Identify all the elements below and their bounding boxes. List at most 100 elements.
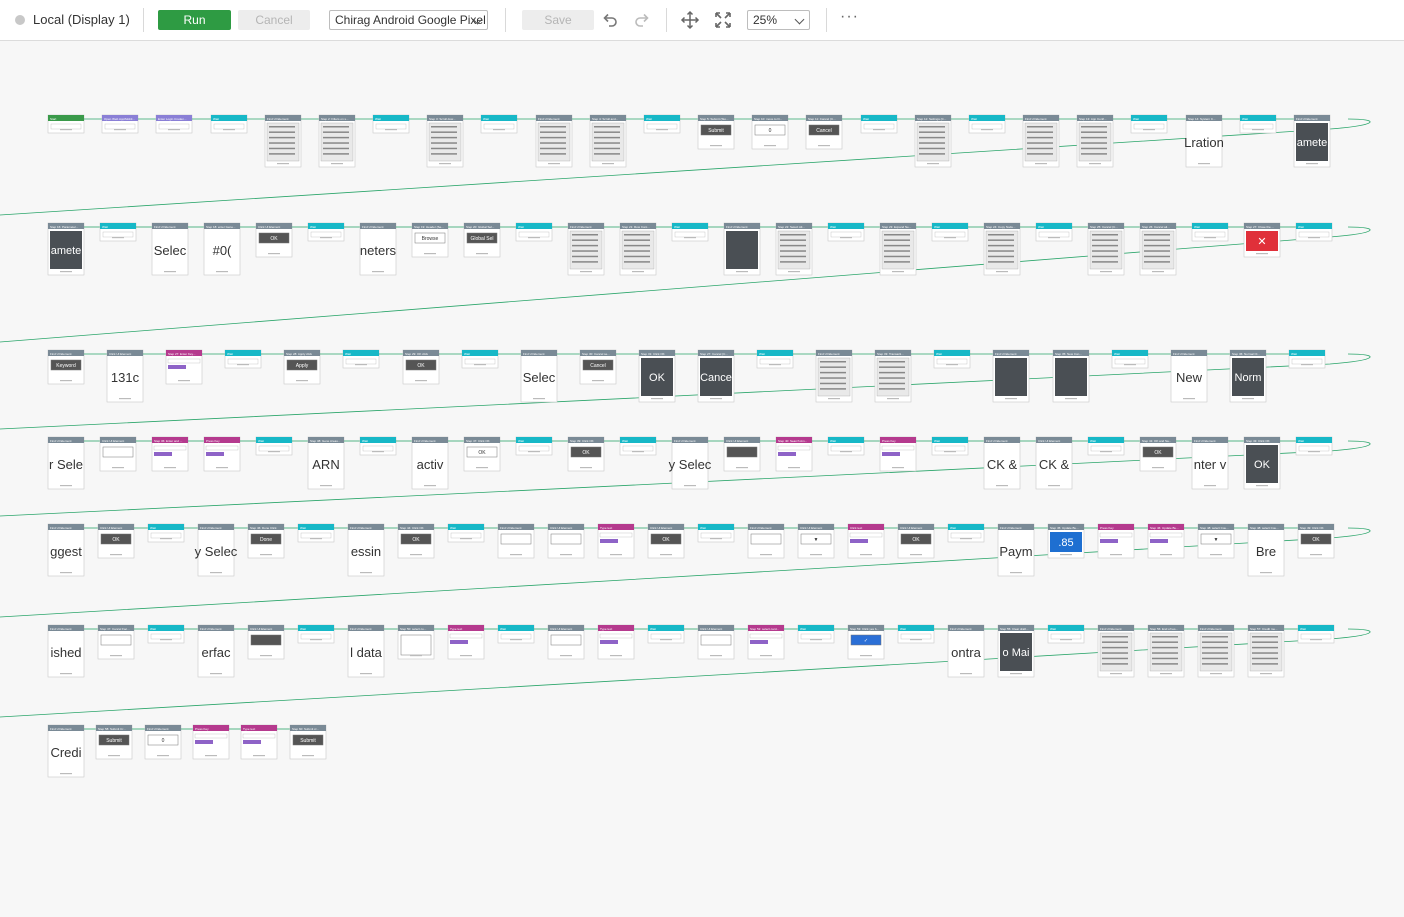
workflow-node[interactable]: Press Key xyxy=(181,724,230,760)
workflow-node[interactable]: Type text xyxy=(584,624,635,660)
workflow-node[interactable]: Wait xyxy=(134,523,185,543)
workflow-node[interactable]: Wait xyxy=(784,624,835,644)
workflow-node[interactable]: Step 11: Cancel (C... Cancel xyxy=(788,114,843,150)
workflow-node[interactable]: Wait xyxy=(1072,436,1125,456)
workflow-node[interactable]: Step 48: select Cou... ▼ xyxy=(1184,523,1235,559)
workflow-node[interactable]: Step 46: Done Click Done xyxy=(234,523,285,559)
workflow-node[interactable]: Find UI Element l data xyxy=(334,624,385,678)
workflow-node[interactable]: Step 21: Row Cont... xyxy=(604,222,657,276)
workflow-node[interactable]: Step 45: Update Bu... .85 xyxy=(1034,523,1085,559)
workflow-node[interactable]: Step 44: Click OK OK xyxy=(384,523,435,559)
workflow-node[interactable]: Click UI Element xyxy=(534,624,585,660)
workflow-node[interactable]: Step 19: Header (Se... Browse xyxy=(396,222,449,258)
workflow-node[interactable]: Find UI Element essin xyxy=(334,523,385,577)
workflow-node[interactable]: Find UI Element New xyxy=(1148,349,1208,403)
workflow-node[interactable]: Step 47: Click OK OK xyxy=(448,436,501,472)
workflow-node[interactable]: Step 24: Copy Node... xyxy=(968,222,1021,276)
workflow-node[interactable]: Wait xyxy=(1280,222,1333,242)
workflow-node[interactable]: Step 14: System C... Lration xyxy=(1167,114,1224,168)
workflow-node[interactable]: Find UI Element xyxy=(734,523,785,559)
workflow-node[interactable]: Wait xyxy=(842,114,898,134)
workflow-node[interactable]: Wait xyxy=(951,114,1006,134)
workflow-node[interactable]: Step 4: Scroll and... xyxy=(572,114,627,168)
workflow-node[interactable]: Type text xyxy=(584,523,635,559)
workflow-node[interactable]: Wait xyxy=(284,624,335,644)
workflow-node[interactable]: Find UI Element ished xyxy=(47,624,85,678)
workflow-node[interactable]: Press Key xyxy=(864,436,917,472)
workflow-node[interactable]: Click UI Element OK xyxy=(240,222,293,258)
redo-icon[interactable] xyxy=(632,10,652,30)
workflow-node[interactable]: Step 60: Submit cr... Submit xyxy=(277,724,327,760)
workflow-node[interactable]: Step 48: select Cou... Bre xyxy=(1234,523,1285,577)
workflow-node[interactable]: Find UI Element erfac xyxy=(184,624,235,678)
workflow-node[interactable]: Click UI Element xyxy=(84,436,137,472)
workflow-node[interactable]: Step 26: Cancel ali... xyxy=(1124,222,1177,276)
workflow-node[interactable]: Step 58: Submit Cr... Submit xyxy=(84,724,133,760)
cancel-button[interactable]: Cancel xyxy=(238,10,310,30)
workflow-node[interactable]: Find UI Element r Sele xyxy=(47,436,85,490)
workflow-node[interactable]: Step 2: Filters on s... xyxy=(301,114,356,168)
workflow-node[interactable]: Find UI Element xyxy=(1184,624,1235,678)
run-target-label[interactable]: Local (Display 1) xyxy=(33,12,130,27)
workflow-node[interactable]: Step 36: Normal Cl... Norm xyxy=(1207,349,1267,403)
workflow-node[interactable]: Step 12: Settings (C... xyxy=(897,114,952,168)
workflow-node[interactable]: Step 55: Clear draft... o Mai xyxy=(984,624,1035,678)
workflow-node[interactable]: Step 43: Click OK OK xyxy=(1228,436,1281,490)
workflow-node[interactable]: Wait xyxy=(1284,624,1335,644)
workflow-node[interactable]: Step 56: End of tes... xyxy=(1134,624,1185,678)
pan-icon[interactable] xyxy=(680,10,700,30)
workflow-node[interactable]: Wait xyxy=(604,436,657,456)
workflow-node[interactable]: Open Web App/Mobil... xyxy=(84,114,139,134)
workflow-node[interactable]: Wait xyxy=(1176,222,1229,242)
workflow-canvas[interactable]: Start Open Web App/Mobil... Enter Login Cr… xyxy=(0,41,1404,917)
workflow-node[interactable]: Wait xyxy=(916,222,969,242)
workflow-node[interactable]: Find UI Element CK & xyxy=(968,436,1021,490)
workflow-node[interactable]: Wait xyxy=(634,624,685,644)
workflow-node[interactable]: Click UI Element xyxy=(708,436,761,472)
workflow-node[interactable]: Wait xyxy=(463,114,518,134)
workflow-node[interactable]: Find UI Element Credi xyxy=(47,724,85,778)
workflow-node[interactable]: Step 41: OK and Sa... OK xyxy=(1124,436,1177,472)
workflow-node[interactable]: Wait xyxy=(84,222,137,242)
workflow-node[interactable]: Wait xyxy=(134,624,185,644)
workflow-node[interactable]: Wait xyxy=(1280,436,1333,456)
workflow-node[interactable]: Press Key xyxy=(188,436,241,472)
workflow-node[interactable]: Press Key xyxy=(1084,523,1135,559)
workflow-node[interactable]: Wait xyxy=(1113,114,1168,134)
workflow-node[interactable]: Find UI Element y Selec xyxy=(656,436,712,490)
workflow-node[interactable]: Step 29: OK click OK xyxy=(379,349,440,385)
workflow-node[interactable]: Step 27: Close the ... ✕ xyxy=(1228,222,1281,258)
workflow-node[interactable]: Find UI Element xyxy=(793,349,853,403)
workflow-node[interactable]: Find UI Element y Selec xyxy=(184,523,238,577)
workflow-node[interactable]: Type text xyxy=(229,724,278,760)
workflow-node[interactable]: Step 31: Click OK OK xyxy=(616,349,676,403)
workflow-node[interactable]: Wait xyxy=(355,114,410,134)
workflow-node[interactable]: Wait xyxy=(284,523,335,543)
workflow-node[interactable]: Click UI Element xyxy=(534,523,585,559)
workflow-node[interactable]: Start xyxy=(47,114,85,134)
workflow-node[interactable]: Wait xyxy=(734,349,794,369)
workflow-node[interactable]: Step 27: Enter Key... xyxy=(143,349,203,385)
workflow-node[interactable]: Find UI Element amete xyxy=(1276,114,1331,168)
workflow-node[interactable]: Wait xyxy=(1222,114,1277,134)
workflow-node[interactable]: Step 28: Apply click Apply xyxy=(261,349,321,385)
workflow-node[interactable]: Click UI Element OK xyxy=(84,523,135,559)
workflow-node[interactable]: Step 10: move to D... 0 xyxy=(734,114,789,150)
workflow-node[interactable]: Find UI Element Keyword xyxy=(47,349,85,385)
workflow-node[interactable]: Step 23: Expand Ne... xyxy=(864,222,917,276)
workflow-node[interactable]: Step 38: Gene Areas... ARN xyxy=(292,436,345,490)
workflow-node[interactable]: Step 20: Global Sel... Global Sel xyxy=(448,222,501,258)
workflow-node[interactable]: Wait xyxy=(240,436,293,456)
workflow-node[interactable]: Find UI Element activ xyxy=(396,436,449,490)
workflow-node[interactable]: Step 53: Click yes b... ✓ xyxy=(834,624,885,660)
workflow-node[interactable]: Find UI Element 0 xyxy=(132,724,182,760)
workflow-node[interactable]: Wait xyxy=(812,222,865,242)
workflow-node[interactable]: Click UI Element OK xyxy=(884,523,935,559)
workflow-node[interactable]: Step 25: Cancel (C... xyxy=(1072,222,1125,276)
workflow-node[interactable]: Step 30: Cancel se... Cancel xyxy=(557,349,617,385)
workflow-node[interactable]: Wait xyxy=(1089,349,1149,369)
workflow-node[interactable]: Find UI Element xyxy=(484,523,535,559)
workflow-node[interactable]: Step 22: Select Ali... xyxy=(760,222,813,276)
workflow-node[interactable]: Wait xyxy=(192,114,248,134)
workflow-node[interactable]: Click UI Element CK & xyxy=(1020,436,1073,490)
